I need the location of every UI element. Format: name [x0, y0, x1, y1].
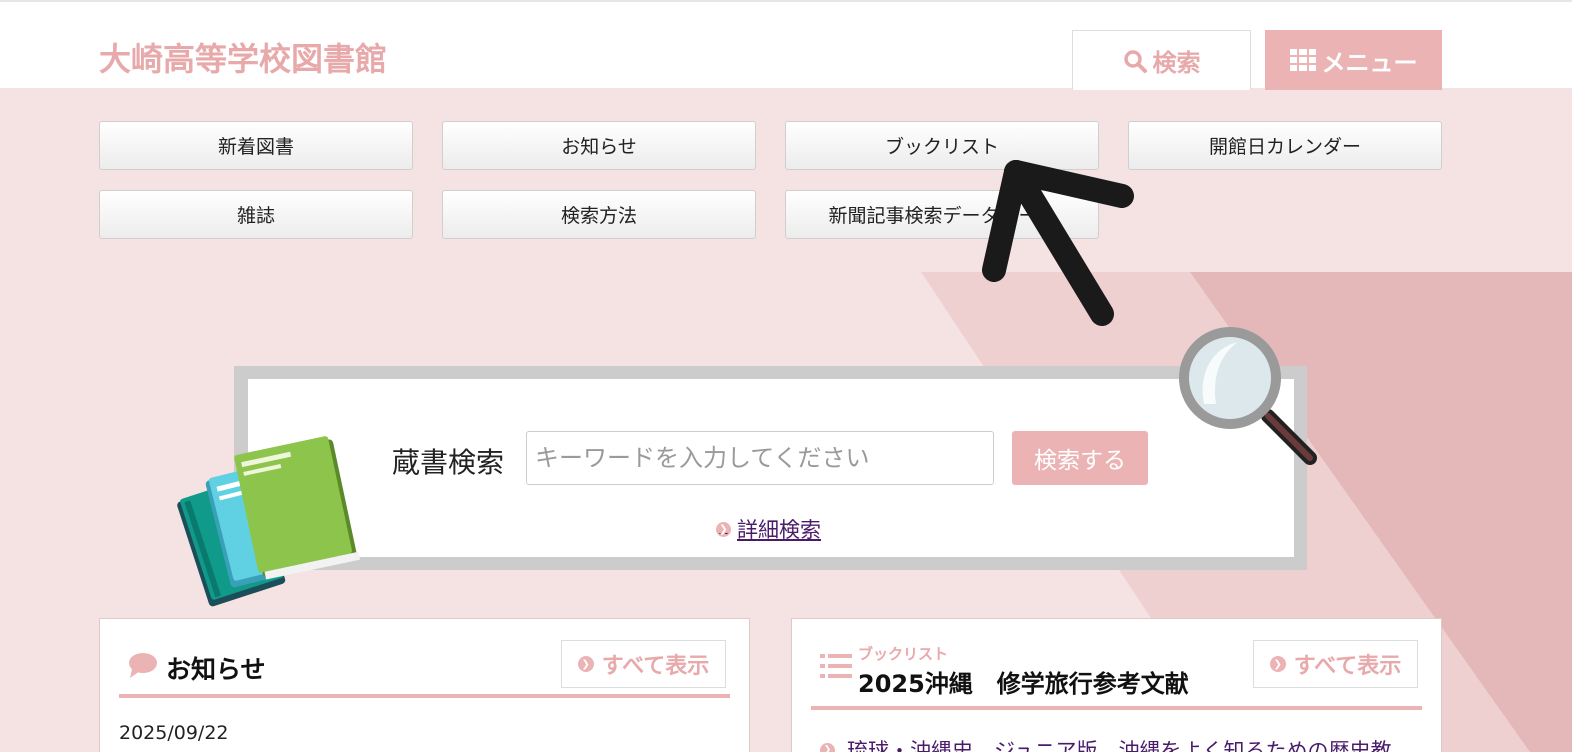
nav-new-books[interactable]: 新着図書 — [99, 121, 413, 170]
nav-booklist[interactable]: ブックリスト — [785, 121, 1099, 170]
news-title: お知らせ — [166, 655, 266, 684]
header-menu-label: メニュー — [1321, 48, 1418, 77]
booklist-divider — [811, 706, 1422, 710]
chevron-right-icon: ❯ — [716, 521, 731, 537]
booklist-item-label: 琉球・沖縄史 ジュニア版 沖縄をよく知るための歴史教 — [847, 739, 1392, 752]
site-header: 大崎高等学校図書館 検索 メニュー — [0, 0, 1572, 90]
site-title[interactable]: 大崎高等学校図書館 — [99, 34, 387, 80]
news-more-button[interactable]: ❯ すべて表示 — [561, 640, 726, 688]
nav-news[interactable]: お知らせ — [442, 121, 756, 170]
news-date: 2025/09/22 — [119, 722, 229, 744]
nav-search-howto[interactable]: 検索方法 — [442, 190, 756, 239]
nav-magazines[interactable]: 雑誌 — [99, 190, 413, 239]
chevron-right-icon: ❯ — [1269, 656, 1286, 672]
booklist-title: 2025沖縄 修学旅行参考文献 — [858, 670, 1189, 698]
booklist-more-button[interactable]: ❯ すべて表示 — [1253, 640, 1418, 688]
booklist-more-label: すべて表示 — [1293, 654, 1402, 679]
grid-icon — [1289, 49, 1316, 71]
search-icon — [1123, 49, 1147, 73]
header-search-label: 検索 — [1152, 49, 1201, 77]
chevron-right-icon: ❯ — [820, 742, 835, 752]
search-input[interactable] — [526, 431, 994, 485]
nav-newspaper-db[interactable]: 新聞記事検索データベース — [785, 190, 1099, 239]
search-submit-button[interactable]: 検索する — [1012, 431, 1148, 485]
news-divider — [119, 694, 730, 698]
catalog-search-label: 蔵書検索 — [392, 446, 505, 479]
booklist-item[interactable]: ❯ 琉球・沖縄史 ジュニア版 沖縄をよく知るための歴史教 — [820, 735, 1420, 752]
booklist-kicker: ブックリスト — [858, 645, 949, 663]
advanced-search-label: 詳細検索 — [737, 518, 821, 542]
header-menu-button[interactable]: メニュー — [1265, 30, 1442, 90]
header-search-button[interactable]: 検索 — [1072, 30, 1251, 90]
nav-calendar[interactable]: 開館日カレンダー — [1128, 121, 1442, 170]
news-more-label: すべて表示 — [601, 654, 710, 679]
chevron-right-icon: ❯ — [577, 656, 594, 672]
advanced-search-link[interactable]: ❯ 詳細検索 — [716, 514, 821, 544]
